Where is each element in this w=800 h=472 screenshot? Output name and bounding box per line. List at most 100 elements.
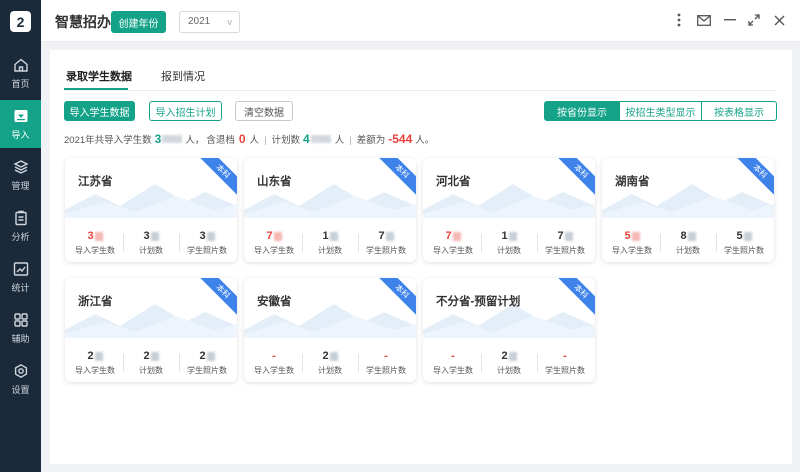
province-card[interactable]: 江苏省 本科 3 导入学生数 3 计划数 3 学生照片数: [65, 158, 237, 262]
content-panel: 录取学生数据 报到情况 导入学生数据 导入招生计划 清空数据 按省份显示 按招生…: [50, 50, 792, 464]
import-students-button[interactable]: 导入学生数据: [64, 101, 135, 121]
redacted-mask: [743, 231, 752, 241]
stat-imported: 3 导入学生数: [67, 230, 123, 256]
redacted-mask: [329, 351, 338, 361]
province-name: 安徽省: [257, 296, 292, 308]
stat-plan-label: 计划数: [139, 366, 163, 375]
redacted-mask: [385, 231, 394, 241]
stat-plan-label: 计划数: [318, 366, 342, 375]
province-card[interactable]: 湖南省 本科 5 导入学生数 8 计划数 5 学生照片数: [602, 158, 774, 262]
view-by-type[interactable]: 按招生类型显示: [620, 101, 702, 121]
summary-plan-label: 计划数: [271, 135, 301, 146]
stat-photos-label: 学生照片数: [545, 246, 585, 255]
active-tab-indicator: [64, 88, 128, 90]
stat-photos-label: 学生照片数: [366, 246, 406, 255]
year-select[interactable]: 2021 v: [179, 11, 240, 33]
stat-photos: - 学生照片数: [358, 350, 414, 376]
tab-admission-data[interactable]: 录取学生数据: [66, 68, 132, 84]
clear-data-button[interactable]: 清空数据: [235, 101, 293, 121]
summary-withdrawn-label: 含退档: [206, 135, 235, 146]
redacted-mask: [564, 231, 573, 241]
stat-imported-value: -: [272, 350, 276, 362]
summary-diff-value: -544: [388, 132, 413, 146]
province-card[interactable]: 安徽省 本科 - 导入学生数 2 计划数 - 学生照片数: [244, 278, 416, 382]
summary-line: 2021年共导入学生数 3 人， 含退档 0 人 | 计划数 4 人 | 差额为…: [64, 132, 434, 146]
minimize-icon[interactable]: [723, 12, 737, 28]
redacted-mask: [631, 231, 640, 241]
province-card[interactable]: 浙江省 本科 2 导入学生数 2 计划数 2 学生照片数: [65, 278, 237, 382]
sidebar-label: 辅助: [11, 333, 30, 344]
app-title: 智慧招办: [55, 14, 111, 30]
stat-photos-value: -: [563, 350, 567, 362]
redacted-mask: [687, 231, 696, 241]
stat-photos: 5 学生照片数: [716, 230, 772, 256]
summary-students-value: 3: [154, 132, 162, 146]
stat-plan-value: 2: [501, 350, 508, 362]
redacted-mask: [206, 231, 215, 241]
sidebar-label: 分析: [11, 231, 30, 242]
summary-divider: |: [349, 135, 352, 146]
stat-plan: 8 计划数: [660, 230, 716, 256]
summary-plan-unit: 人: [334, 135, 345, 146]
mail-icon[interactable]: [697, 12, 711, 28]
chart-icon: [13, 261, 28, 276]
redacted-mask: [310, 135, 331, 143]
redacted-mask: [452, 231, 461, 241]
sidebar-item-manage[interactable]: 管理: [0, 151, 41, 199]
stat-plan: 2 计划数: [481, 350, 537, 376]
close-icon[interactable]: [772, 12, 786, 28]
stat-photos: 7 学生照片数: [358, 230, 414, 256]
province-name: 浙江省: [78, 296, 113, 308]
stat-imported-value: -: [451, 350, 455, 362]
sidebar-item-import[interactable]: 导入: [0, 100, 41, 148]
stat-plan: 3 计划数: [123, 230, 179, 256]
summary-divider: |: [264, 135, 267, 146]
stat-imported-label: 导入学生数: [75, 246, 115, 255]
stat-imported: 2 导入学生数: [67, 350, 123, 376]
view-by-province[interactable]: 按省份显示: [544, 101, 620, 121]
home-icon: [13, 58, 28, 72]
redacted-mask: [329, 231, 338, 241]
stat-imported-label: 导入学生数: [612, 246, 652, 255]
redacted-mask: [206, 351, 215, 361]
summary-withdrawn-unit: 人: [249, 135, 260, 146]
summary-plan-value: 4: [303, 132, 310, 146]
stat-photos-label: 学生照片数: [366, 366, 406, 375]
redacted-mask: [150, 231, 159, 241]
sidebar-item-home[interactable]: 首页: [0, 49, 41, 97]
view-mode-toggle: 按省份显示 按招生类型显示 按表格显示: [544, 101, 777, 121]
sidebar-item-settings[interactable]: 设置: [0, 355, 41, 403]
tabs-divider: [64, 90, 776, 91]
stat-plan: 2 计划数: [123, 350, 179, 376]
redacted-mask: [94, 231, 103, 241]
stat-imported-value: 3: [87, 230, 94, 242]
stat-imported: - 导入学生数: [246, 350, 302, 376]
redacted-mask: [273, 231, 282, 241]
province-name: 山东省: [257, 176, 292, 188]
province-name: 不分省-预留计划: [436, 296, 521, 308]
stat-imported-value: 2: [87, 350, 94, 362]
province-card[interactable]: 河北省 本科 7 导入学生数 1 计划数 7 学生照片数: [423, 158, 595, 262]
redacted-mask: [94, 351, 103, 361]
stat-plan-value: 8: [680, 230, 687, 242]
sidebar-label: 设置: [11, 384, 30, 395]
import-plan-button[interactable]: 导入招生计划: [149, 101, 222, 121]
top-bar: 智慧招办 创建年份 2021 v: [41, 0, 800, 42]
sidebar-item-analysis[interactable]: 分析: [0, 202, 41, 250]
sidebar-item-statistics[interactable]: 统计: [0, 253, 41, 301]
redacted-mask: [150, 351, 159, 361]
view-by-table[interactable]: 按表格显示: [702, 101, 777, 121]
create-year-button[interactable]: 创建年份: [111, 11, 166, 33]
province-name: 江苏省: [78, 176, 113, 188]
vertical-dots-icon[interactable]: [672, 12, 686, 28]
stat-imported-label: 导入学生数: [254, 246, 294, 255]
summary-prefix: 2021年共导入学生数: [64, 135, 152, 146]
sidebar-item-assist[interactable]: 辅助: [0, 304, 41, 352]
stat-imported: 5 导入学生数: [604, 230, 660, 256]
tab-registration[interactable]: 报到情况: [161, 68, 205, 84]
expand-icon[interactable]: [747, 12, 761, 28]
sidebar-label: 导入: [11, 129, 30, 140]
layers-icon: [12, 159, 29, 174]
province-card[interactable]: 山东省 本科 7 导入学生数 1 计划数 7 学生照片数: [244, 158, 416, 262]
province-card[interactable]: 不分省-预留计划 本科 - 导入学生数 2 计划数 - 学生照片数: [423, 278, 595, 382]
